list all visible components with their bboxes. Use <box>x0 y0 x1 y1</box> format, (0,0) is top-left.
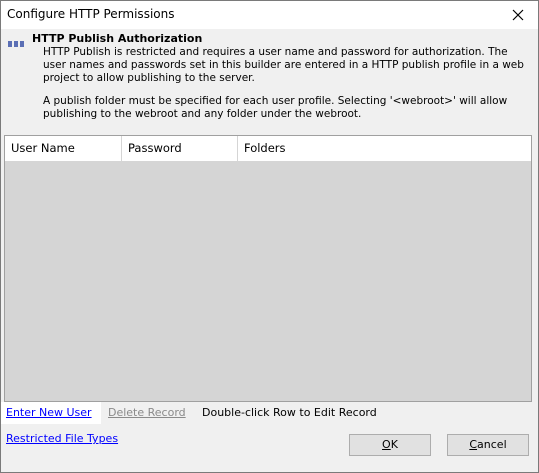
header-panel: HTTP Publish Authorization HTTP Publish … <box>1 29 538 131</box>
ok-button[interactable]: OK <box>349 434 431 456</box>
title-bar: Configure HTTP Permissions <box>1 1 538 29</box>
server-icon <box>8 41 24 47</box>
delete-record-link[interactable]: Delete Record <box>108 402 186 424</box>
grid-header: User Name Password Folders <box>5 136 531 162</box>
edit-hint-text: Double-click Row to Edit Record <box>202 406 377 419</box>
header-title: HTTP Publish Authorization <box>32 32 203 45</box>
cancel-access-key: C <box>469 438 478 451</box>
users-grid[interactable]: User Name Password Folders <box>4 135 532 402</box>
enter-new-user-link[interactable]: Enter New User <box>1 402 101 424</box>
description-paragraph-1: HTTP Publish is restricted and requires … <box>43 46 524 84</box>
dialog-window: Configure HTTP Permissions HTTP Publish … <box>0 0 539 473</box>
column-header-password[interactable]: Password <box>122 136 238 161</box>
header-description: HTTP Publish is restricted and requires … <box>43 46 533 131</box>
column-header-folders[interactable]: Folders <box>238 136 531 161</box>
description-paragraph-2: A publish folder must be specified for e… <box>43 95 508 120</box>
column-header-user-name[interactable]: User Name <box>5 136 122 161</box>
cancel-label-rest: ancel <box>477 438 507 451</box>
ok-access-key: O <box>382 438 391 451</box>
window-title: Configure HTTP Permissions <box>7 7 175 21</box>
close-button[interactable] <box>498 1 538 29</box>
restricted-file-types-link[interactable]: Restricted File Types <box>6 432 118 445</box>
cancel-button[interactable]: Cancel <box>447 434 529 456</box>
close-icon <box>512 9 524 21</box>
ok-label-rest: K <box>390 438 398 451</box>
